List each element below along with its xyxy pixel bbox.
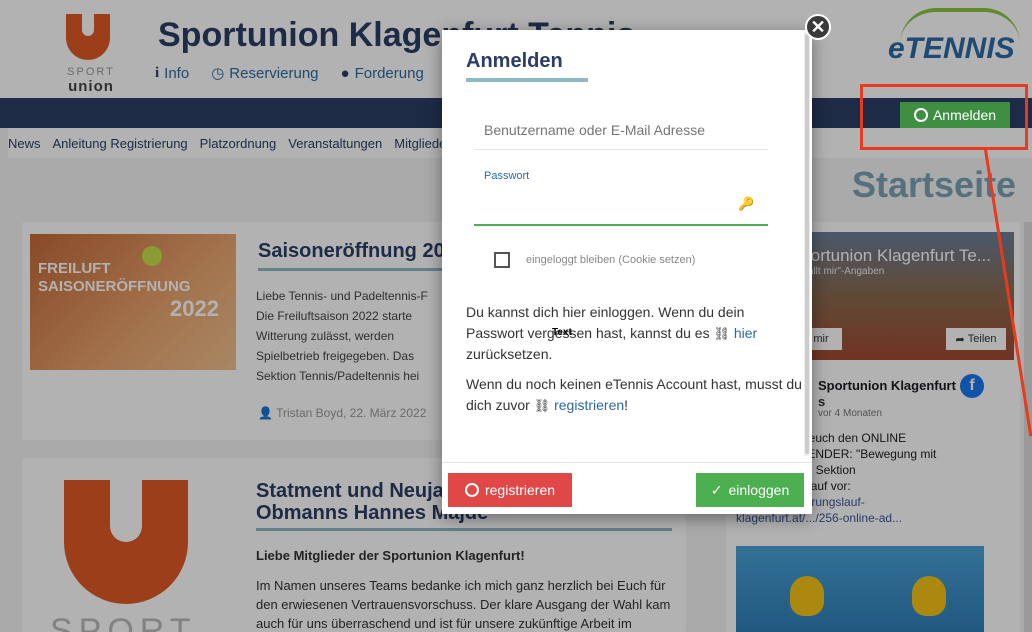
link-icon: ⛓ [713,326,730,341]
remember-checkbox[interactable] [494,252,510,268]
register-link[interactable]: registrieren [554,397,624,413]
page: SPORT union Sportunion Klagenfurt Tennis… [0,0,1032,632]
header-login-label: Anmelden [932,107,997,123]
remember-label: eingeloggt bleiben (Cookie setzen) [526,254,696,266]
login-modal: Anmelden Passwort 🔑 eingeloggt bleiben (… [442,30,812,514]
header-login-button-highlighted[interactable]: Anmelden [900,102,1010,128]
login-button[interactable]: ✓ einloggen [696,473,804,507]
username-input[interactable] [474,110,768,150]
register-button[interactable]: registrieren [448,473,572,507]
modal-title-underline [466,78,588,82]
register-info-part: ! [624,397,629,413]
close-icon[interactable]: ✕ [805,14,831,40]
login-info-part: Du kannst dich hier einloggen. Wenn du d… [466,304,745,341]
password-key-icon[interactable]: 🔑 [738,196,754,212]
login-info-part: zurücksetzen. [466,346,553,362]
user-circle-icon [913,108,928,122]
register-info-part: Wenn du noch keinen eTennis Account hast… [466,376,802,413]
user-circle-icon [464,483,479,497]
password-input[interactable] [474,184,768,226]
register-button-label: registrieren [484,482,556,498]
checkmark-icon: ✓ [710,481,723,498]
password-label: Passwort [484,170,530,182]
link-icon: ⛓ [533,398,551,413]
reset-password-link[interactable]: hier [734,325,757,341]
register-info-text: Wenn du noch keinen eTennis Account hast… [466,374,806,416]
modal-title: Anmelden [466,50,563,72]
modal-footer-divider [442,462,812,463]
login-button-label: einloggen [728,482,790,498]
modal-scrollbar-thumb[interactable] [805,34,809,454]
login-info-text: Du kannst dich hier einloggen. Wenn du d… [466,302,796,365]
text-cursor-label: Text [552,327,572,338]
